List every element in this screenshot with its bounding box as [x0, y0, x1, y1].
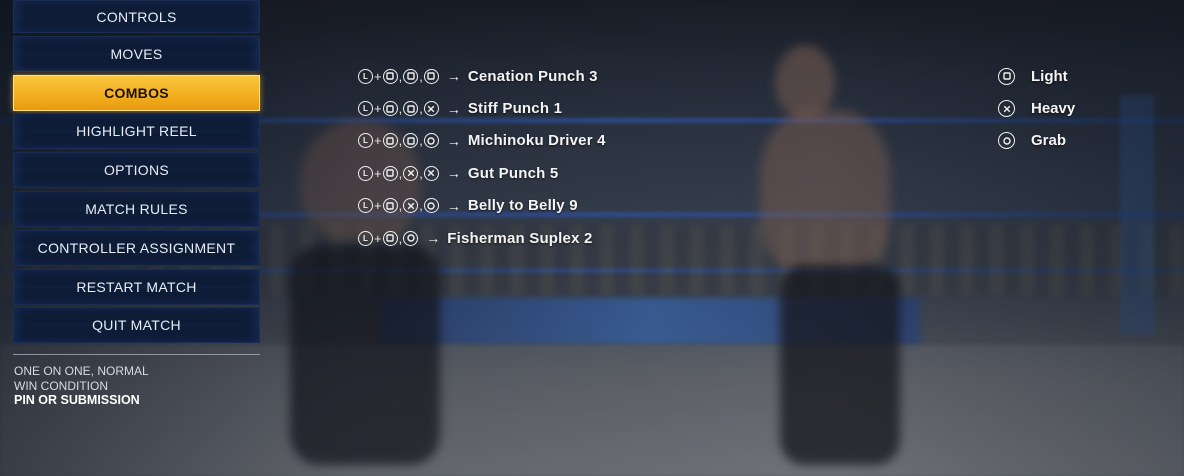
arrow-icon: →	[426, 230, 441, 247]
arrow-icon: →	[446, 100, 461, 117]
plus-sign: +	[374, 198, 382, 214]
combo-row: L +,, → Cenation Punch 3	[358, 60, 606, 92]
left-stick-icon: L	[358, 101, 373, 117]
combo-list: L +,, → Cenation Punch 3 L +,, → Stiff Punch 1L…	[358, 60, 606, 254]
menu-item-label: MATCH RULES	[85, 200, 188, 217]
comma-separator: ,	[398, 198, 403, 214]
combo-name: Cenation Punch 3	[467, 67, 598, 85]
menu-item-label: RESTART MATCH	[76, 278, 197, 295]
menu-item-label: QUIT MATCH	[92, 317, 181, 334]
square-button-icon	[382, 230, 398, 246]
comma-separator: ,	[419, 101, 423, 117]
comma-separator: ,	[398, 68, 403, 84]
comma-separator: ,	[398, 101, 403, 117]
left-stick-icon: L	[358, 68, 373, 84]
cross-button-icon	[998, 100, 1015, 118]
cross-button-icon	[423, 165, 439, 181]
circle-button-icon	[423, 198, 439, 214]
cross-button-icon	[403, 198, 419, 214]
comma-separator: ,	[419, 133, 423, 149]
comma-separator: ,	[398, 133, 403, 149]
menu-item-match-rules[interactable]: MATCH RULES	[13, 190, 260, 227]
combo-row: L +,, → Belly to Belly 9	[358, 190, 606, 222]
menu-item-label: CONTROLLER ASSIGNMENT	[37, 239, 236, 256]
legend-label: Grab	[1031, 132, 1067, 150]
square-button-icon	[382, 101, 398, 117]
square-button-icon	[998, 67, 1015, 85]
square-button-icon	[382, 165, 398, 181]
plus-sign: +	[374, 133, 382, 149]
win-condition-value: PIN OR SUBMISSION	[14, 393, 140, 407]
menu-item-label: OPTIONS	[103, 162, 170, 179]
button-legend: Light Heavy Grab	[998, 60, 1075, 157]
legend-label: Heavy	[1031, 100, 1076, 118]
menu-item-options[interactable]: OPTIONS	[13, 152, 260, 189]
square-button-icon	[382, 198, 398, 214]
arrow-icon: →	[446, 68, 461, 85]
menu-item-restart-match[interactable]: RESTART MATCH	[13, 268, 260, 305]
combo-row: L +,, → Stiff Punch 1	[358, 92, 606, 124]
left-stick-icon: L	[358, 165, 373, 181]
combo-name: Fisherman Suplex 2	[447, 229, 593, 247]
combo-name: Stiff Punch 1	[467, 100, 563, 118]
square-button-icon	[382, 68, 398, 84]
square-button-icon	[403, 133, 419, 149]
combo-name: Gut Punch 5	[467, 164, 559, 182]
cross-button-icon	[403, 165, 419, 181]
comma-separator: ,	[419, 198, 423, 214]
left-stick-icon: L	[358, 198, 373, 214]
legend-row: Light	[998, 60, 1075, 92]
plus-sign: +	[374, 230, 382, 246]
comma-separator: ,	[398, 165, 403, 181]
combo-row: L +, → Fisherman Suplex 2	[358, 222, 606, 254]
legend-row: Grab	[998, 125, 1075, 157]
menu-item-moves[interactable]: MOVES	[13, 35, 260, 72]
comma-separator: ,	[419, 68, 423, 84]
pause-menu: CONTROLS MOVES COMBOS HIGHLIGHT REEL OPT…	[13, 0, 260, 346]
menu-item-controller-assignment[interactable]: CONTROLLER ASSIGNMENT	[13, 229, 260, 266]
square-button-icon	[423, 68, 439, 84]
square-button-icon	[403, 68, 419, 84]
menu-item-label: CONTROLS	[96, 8, 177, 25]
menu-item-highlight-reel[interactable]: HIGHLIGHT REEL	[13, 113, 260, 150]
win-condition-label: WIN CONDITION	[14, 378, 108, 393]
circle-button-icon	[998, 132, 1015, 150]
match-info: ONE ON ONE, NORMAL WIN CONDITION PIN OR …	[14, 364, 149, 408]
menu-divider	[13, 354, 260, 355]
comma-separator: ,	[398, 230, 403, 246]
match-type: ONE ON ONE, NORMAL	[14, 364, 149, 378]
menu-item-quit-match[interactable]: QUIT MATCH	[13, 307, 260, 344]
menu-item-label: COMBOS	[104, 84, 169, 101]
legend-row: Heavy	[998, 92, 1075, 124]
circle-button-icon	[423, 133, 439, 149]
plus-sign: +	[374, 68, 382, 84]
combo-row: L +,, → Michinoku Driver 4	[358, 125, 606, 157]
combo-name: Michinoku Driver 4	[467, 132, 606, 150]
left-stick-icon: L	[358, 133, 373, 149]
plus-sign: +	[374, 101, 382, 117]
menu-item-controls[interactable]: CONTROLS	[13, 0, 260, 33]
plus-sign: +	[374, 165, 382, 181]
square-button-icon	[382, 133, 398, 149]
arrow-icon: →	[446, 197, 461, 214]
circle-button-icon	[403, 230, 419, 246]
square-button-icon	[403, 101, 419, 117]
comma-separator: ,	[419, 165, 423, 181]
cross-button-icon	[423, 101, 439, 117]
arrow-icon: →	[446, 132, 461, 149]
left-stick-icon: L	[358, 230, 373, 246]
menu-item-label: HIGHLIGHT REEL	[76, 123, 197, 140]
legend-label: Light	[1031, 67, 1068, 85]
combo-name: Belly to Belly 9	[467, 197, 578, 215]
menu-item-combos[interactable]: COMBOS	[13, 74, 260, 111]
arrow-icon: →	[446, 165, 461, 182]
menu-item-label: MOVES	[110, 45, 163, 62]
combo-row: L +,, → Gut Punch 5	[358, 157, 606, 189]
